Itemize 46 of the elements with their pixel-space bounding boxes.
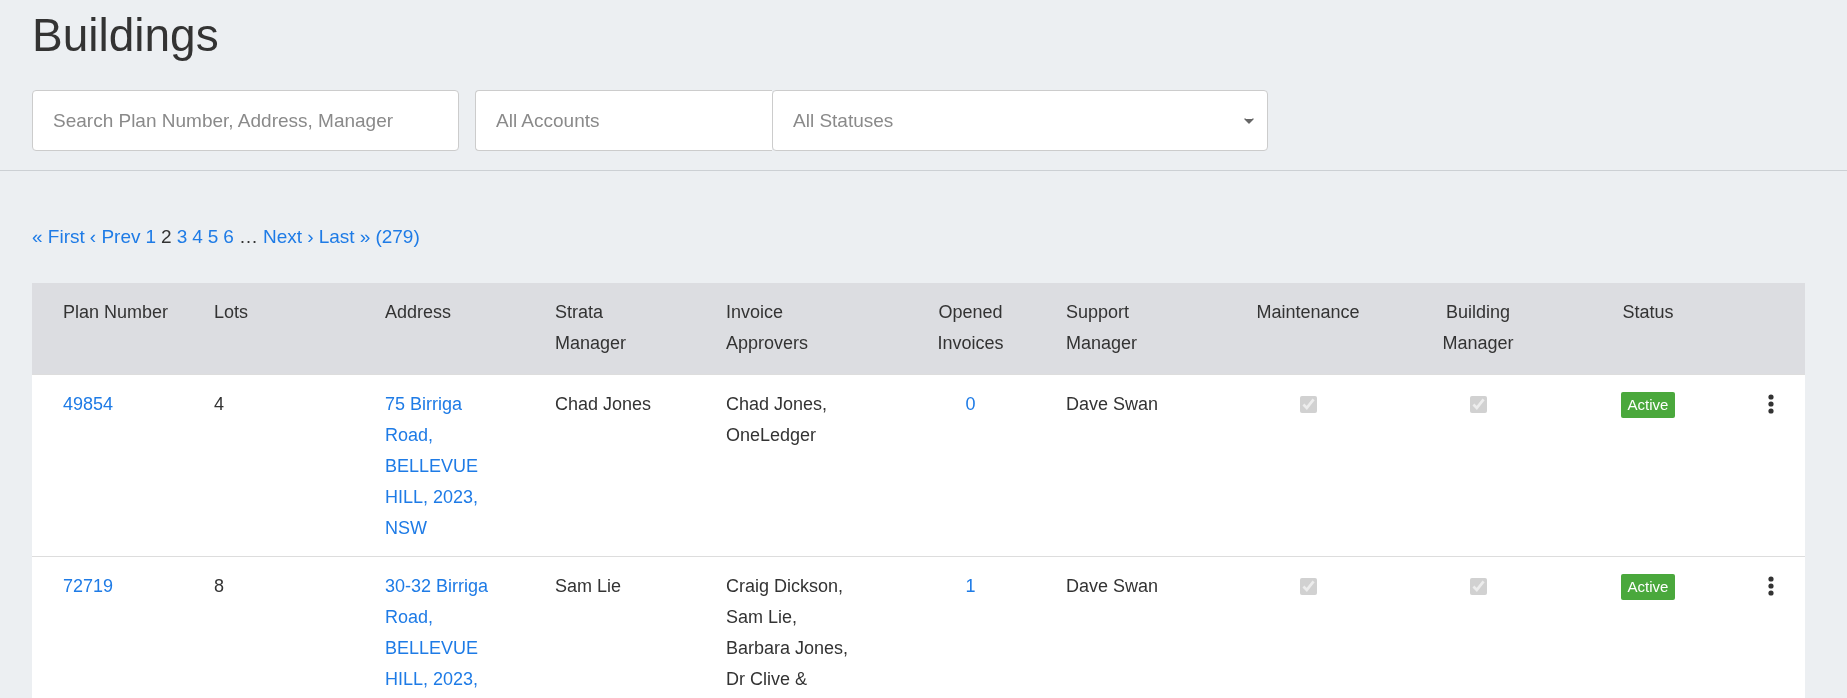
page-link[interactable]: Last » <box>318 225 371 249</box>
address-link[interactable]: 75 Birriga Road, BELLEVUE HILL, 2023, NSW <box>385 389 503 544</box>
accounts-field[interactable]: All Accounts <box>475 90 772 151</box>
column-header: Status <box>1622 301 1674 324</box>
page-link[interactable]: 6 <box>223 225 234 249</box>
search-field[interactable]: Search Plan Number, Address, Manager <box>32 90 459 151</box>
vertical-dots-icon <box>1767 394 1774 414</box>
column-header: Lots <box>214 301 249 324</box>
opened-invoices-link[interactable]: 0 <box>965 394 976 414</box>
lots-count: 8 <box>214 576 224 596</box>
page-link[interactable]: 3 <box>176 225 188 249</box>
status-badge: Active <box>1620 574 1676 600</box>
page-link[interactable]: (279) <box>375 225 420 249</box>
column-header: Opened Invoices <box>936 301 1005 355</box>
more-menu-button[interactable] <box>1767 576 1774 596</box>
address-link[interactable]: 30-32 Birriga Road, BELLEVUE HILL, 2023, <box>385 571 503 695</box>
vertical-dots-icon <box>1767 576 1774 596</box>
status-badge: Active <box>1620 392 1676 418</box>
page-link[interactable]: « First <box>32 225 85 249</box>
status-dropdown[interactable]: All Statuses <box>772 90 1268 151</box>
lots-count: 4 <box>214 394 224 414</box>
opened-invoices-link[interactable]: 1 <box>965 576 976 596</box>
column-header: Invoice Approvers <box>726 301 810 355</box>
column-header: Address <box>385 301 452 324</box>
page-link[interactable]: Next › <box>262 225 314 249</box>
more-menu-button[interactable] <box>1767 394 1774 414</box>
column-header: Plan Number <box>63 301 169 324</box>
support-manager: Dave Swan <box>1066 394 1159 414</box>
column-header: Support Manager <box>1066 301 1139 355</box>
strata-manager: Sam Lie <box>555 575 622 598</box>
page-title: Buildings <box>32 8 220 60</box>
page-link[interactable]: 5 <box>207 225 219 249</box>
column-header: Maintenance <box>1256 301 1360 324</box>
invoice-approvers: Chad Jones, OneLedger <box>726 393 829 447</box>
page-link[interactable]: 1 <box>145 225 157 249</box>
support-manager: Dave Swan <box>1066 576 1159 596</box>
plan-number-link[interactable]: 72719 <box>63 576 114 596</box>
plan-number-link[interactable]: 49854 <box>63 394 114 414</box>
column-header: Strata Manager <box>555 301 628 355</box>
strata-manager: Chad Jones <box>555 393 652 416</box>
page-link[interactable]: 2 <box>161 225 172 249</box>
invoice-approvers: Craig Dickson, Sam Lie, Barbara Jones, Dr Clive & <box>726 575 850 691</box>
page-link[interactable]: ‹ Prev <box>89 225 141 249</box>
page-link[interactable]: 4 <box>192 225 203 249</box>
ellipsis: … <box>238 225 258 249</box>
column-header: Building Manager <box>1441 301 1515 355</box>
